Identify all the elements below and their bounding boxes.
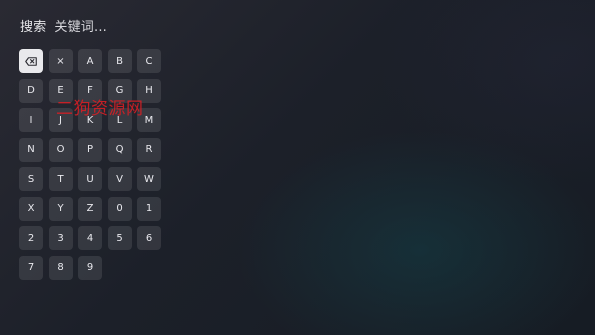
key-w[interactable]: W [137,167,161,191]
key-h[interactable]: H [137,78,161,103]
key-f[interactable]: F [78,78,102,103]
key-0[interactable]: 0 [107,196,132,221]
backspace-icon [25,56,37,66]
key-g[interactable]: G [107,78,132,103]
key-e[interactable]: E [48,78,73,103]
key-7[interactable]: 7 [19,255,43,280]
on-screen-keyboard: × A B C D E F G H I J K L M N O P Q R S … [19,49,161,280]
key-b[interactable]: B [107,49,132,73]
key-z[interactable]: Z [78,196,102,221]
key-a[interactable]: A [78,49,102,73]
key-x[interactable]: X [19,196,43,221]
key-d[interactable]: D [19,78,43,103]
key-6[interactable]: 6 [137,226,161,250]
key-n[interactable]: N [19,137,43,162]
search-label: 搜索 [20,19,47,35]
key-u[interactable]: U [78,167,102,191]
key-1[interactable]: 1 [137,196,161,221]
backspace-key[interactable] [19,49,43,73]
key-c[interactable]: C [137,49,161,73]
key-v[interactable]: V [107,167,132,191]
key-o[interactable]: O [48,137,73,162]
key-p[interactable]: P [78,137,102,162]
key-r[interactable]: R [137,137,161,162]
key-j[interactable]: J [48,108,73,132]
search-bar[interactable]: 搜索 关键词... [20,15,107,35]
key-9[interactable]: 9 [78,255,102,280]
key-4[interactable]: 4 [78,226,102,250]
key-t[interactable]: T [48,167,73,191]
key-l[interactable]: L [107,108,132,132]
key-3[interactable]: 3 [48,226,73,250]
key-y[interactable]: Y [48,196,73,221]
search-query-placeholder: 关键词... [54,19,108,35]
key-q[interactable]: Q [107,137,132,162]
key-s[interactable]: S [19,167,43,191]
key-m[interactable]: M [137,108,161,132]
key-i[interactable]: I [19,108,43,132]
key-2[interactable]: 2 [19,226,43,250]
clear-key[interactable]: × [48,49,73,73]
key-k[interactable]: K [78,108,102,132]
key-8[interactable]: 8 [48,255,73,280]
key-5[interactable]: 5 [107,226,132,250]
